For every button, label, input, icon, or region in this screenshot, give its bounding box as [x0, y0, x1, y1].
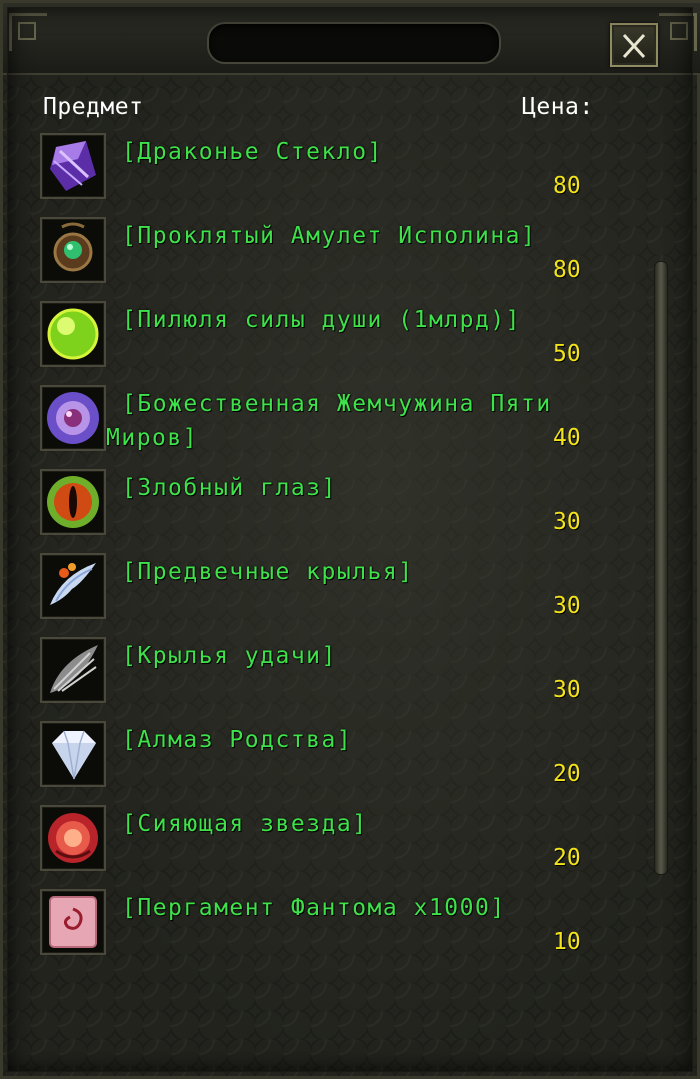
list-item[interactable]: [Пилюля силы души (1млрд)] 50 [3, 301, 643, 385]
item-name[interactable]: [Алмаз Родства] [122, 723, 592, 757]
list-item[interactable]: [Предвечные крылья] 30 [3, 553, 643, 637]
ornament-corner-right [659, 13, 697, 51]
item-name[interactable]: [Божественная Жемчужина Пяти Миров] [106, 387, 576, 455]
list-item[interactable]: [Драконье Стекло] 80 [3, 133, 643, 217]
red-rose-icon[interactable] [40, 805, 106, 871]
list-item[interactable]: [Злобный глаз] 30 [3, 469, 643, 553]
column-header-price: Цена: [522, 94, 594, 120]
scroll-icon[interactable] [40, 889, 106, 955]
list-item[interactable]: [Алмаз Родства] 20 [3, 721, 643, 805]
item-price: 80 [553, 257, 581, 283]
green-amulet-icon[interactable] [40, 217, 106, 283]
list-item[interactable]: [Сияющая звезда] 20 [3, 805, 643, 889]
item-name[interactable]: [Проклятый Амулет Исполина] [122, 219, 592, 253]
evil-eye-icon[interactable] [40, 469, 106, 535]
purple-pearl-icon[interactable] [40, 385, 106, 451]
item-name[interactable]: [Крылья удачи] [122, 639, 592, 673]
item-price: 80 [553, 173, 581, 199]
item-price: 20 [553, 761, 581, 787]
item-price: 10 [553, 929, 581, 955]
list-item[interactable]: [Крылья удачи] 30 [3, 637, 643, 721]
close-icon [622, 33, 646, 59]
list-item[interactable]: [Божественная Жемчужина Пяти Миров] 40 [3, 385, 643, 469]
item-price: 20 [553, 845, 581, 871]
purple-crystal-icon[interactable] [40, 133, 106, 199]
item-name[interactable]: [Злобный глаз] [122, 471, 592, 505]
ornament-corner-left [9, 13, 47, 51]
column-header-item: Предмет [43, 94, 144, 120]
close-button[interactable] [610, 23, 658, 67]
list-item[interactable]: [Проклятый Амулет Исполина] 80 [3, 217, 643, 301]
item-price: 30 [553, 509, 581, 535]
scrollbar[interactable] [654, 261, 668, 875]
item-price: 40 [553, 425, 581, 451]
item-name[interactable]: [Предвечные крылья] [122, 555, 592, 589]
title-slot [207, 22, 501, 64]
shop-window: Предмет Цена: [Драконье Стекло] 80 [Прок… [0, 0, 700, 1079]
wings-icon[interactable] [40, 553, 106, 619]
item-name[interactable]: [Пилюля силы души (1млрд)] [122, 303, 592, 337]
window-titlebar [3, 3, 700, 75]
green-pill-icon[interactable] [40, 301, 106, 367]
list-item[interactable]: [Пергамент Фантома x1000] 10 [3, 889, 643, 973]
grey-wing-icon[interactable] [40, 637, 106, 703]
item-name[interactable]: [Пергамент Фантома x1000] [122, 891, 592, 925]
item-name[interactable]: [Сияющая звезда] [122, 807, 592, 841]
diamond-icon[interactable] [40, 721, 106, 787]
item-name[interactable]: [Драконье Стекло] [122, 135, 592, 169]
item-price: 30 [553, 677, 581, 703]
item-price: 30 [553, 593, 581, 619]
item-price: 50 [553, 341, 581, 367]
